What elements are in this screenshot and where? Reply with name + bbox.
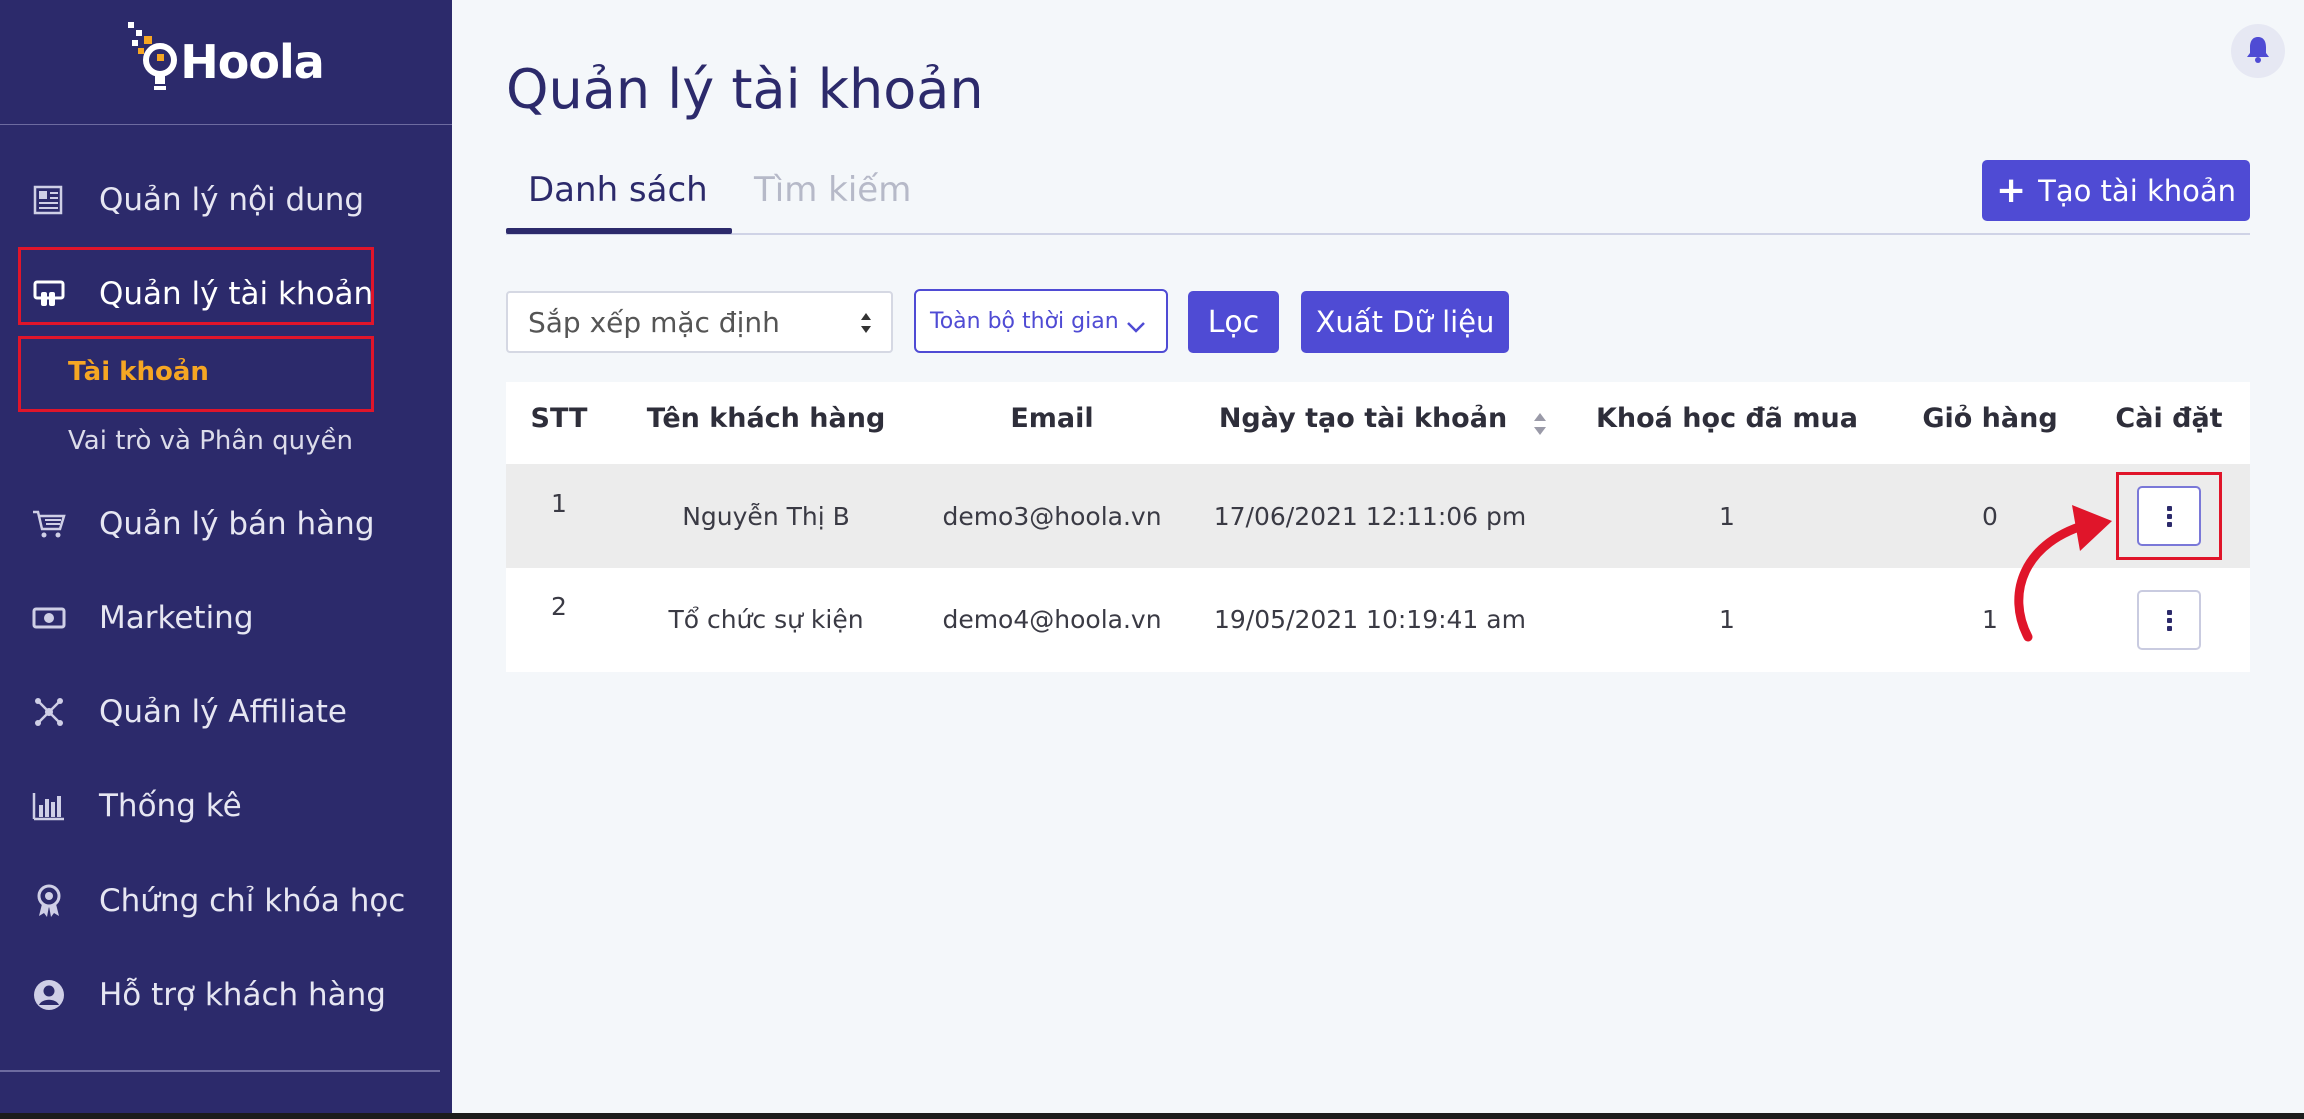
cell-stt: 2 — [551, 592, 567, 621]
cell-stt: 1 — [551, 489, 567, 518]
sidebar-item-label: Quản lý Affiliate — [99, 694, 347, 730]
brand-name: Hoola — [180, 35, 325, 89]
tab-search[interactable]: Tìm kiếm — [754, 170, 911, 210]
sort-icon[interactable] — [1532, 410, 1548, 438]
sidebar-item-certificates[interactable]: Chứng chỉ khóa học — [0, 861, 452, 941]
sidebar-item-support[interactable]: Hỗ trợ khách hàng — [0, 955, 452, 1035]
sort-arrows-icon — [859, 310, 873, 336]
column-header-settings: Cài đặt — [2115, 403, 2223, 434]
sidebar-item-label: Chứng chỉ khóa học — [99, 883, 406, 919]
bell-icon — [2245, 35, 2271, 67]
cell-email: demo3@hoola.vn — [942, 502, 1162, 531]
cell-name: Tổ chức sự kiện — [668, 605, 864, 634]
sidebar-item-label: Quản lý tài khoản — [99, 276, 374, 312]
brand-logo[interactable]: Hoola — [0, 0, 452, 125]
column-header-courses: Khoá học đã mua — [1595, 403, 1859, 434]
active-tab-indicator — [506, 228, 732, 234]
page-title: Quản lý tài khoản — [506, 58, 984, 121]
tab-list[interactable]: Danh sách — [528, 170, 708, 210]
filter-button[interactable]: Lọc — [1188, 291, 1279, 353]
bottom-border — [0, 1113, 2304, 1119]
column-header-created[interactable]: Ngày tạo tài khoản — [1219, 403, 1507, 434]
sort-select-value: Sắp xếp mặc định — [528, 305, 780, 339]
cell-courses: 1 — [1719, 605, 1735, 634]
sidebar-item-statistics[interactable]: Thống kê — [0, 766, 452, 846]
cell-cart: 1 — [1982, 605, 1998, 634]
newspaper-icon — [32, 183, 66, 217]
column-header-stt: STT — [530, 403, 588, 434]
sidebar-divider — [0, 1070, 440, 1072]
row-settings-button[interactable] — [2137, 590, 2201, 650]
tabs-divider — [506, 233, 2250, 235]
sub-item-accounts[interactable]: Tài khoản — [68, 357, 209, 387]
sort-select[interactable]: Sắp xếp mặc định — [506, 291, 893, 353]
sub-item-roles[interactable]: Vai trò và Phân quyền — [68, 426, 353, 456]
export-data-button[interactable]: Xuất Dữ liệu — [1301, 291, 1509, 353]
affiliate-icon — [32, 695, 66, 729]
column-header-name: Tên khách hàng — [646, 403, 886, 434]
more-vertical-icon — [2166, 609, 2172, 631]
time-range-select[interactable]: Toàn bộ thời gian — [914, 289, 1168, 353]
sidebar-item-label: Thống kê — [99, 788, 242, 824]
sidebar-item-sales[interactable]: Quản lý bán hàng — [0, 484, 452, 564]
cell-cart: 0 — [1982, 502, 1998, 531]
sidebar-item-label: Quản lý nội dung — [99, 182, 365, 218]
notification-button[interactable] — [2231, 24, 2285, 78]
create-account-button[interactable]: + Tạo tài khoản — [1982, 160, 2250, 221]
cell-name: Nguyễn Thị B — [682, 502, 850, 531]
cell-created: 19/05/2021 10:19:41 am — [1214, 605, 1526, 634]
column-header-email: Email — [1010, 403, 1094, 434]
plus-icon: + — [1995, 169, 2027, 211]
cart-icon — [32, 507, 66, 541]
sidebar-item-affiliate[interactable]: Quản lý Affiliate — [0, 672, 452, 752]
create-account-label: Tạo tài khoản — [2038, 173, 2237, 208]
time-range-value: Toàn bộ thời gian — [930, 308, 1119, 334]
sidebar-item-label: Marketing — [99, 600, 254, 636]
cell-created: 17/06/2021 12:11:06 pm — [1213, 502, 1527, 531]
sidebar-item-content[interactable]: Quản lý nội dung — [0, 160, 452, 240]
row-settings-button[interactable] — [2137, 486, 2201, 546]
sidebar-item-label: Hỗ trợ khách hàng — [99, 977, 386, 1013]
more-vertical-icon — [2166, 505, 2172, 527]
sidebar-item-label: Quản lý bán hàng — [99, 506, 375, 542]
support-icon — [32, 978, 66, 1012]
chevron-down-icon — [1126, 315, 1146, 340]
chart-icon — [32, 789, 66, 823]
money-icon — [32, 601, 66, 635]
cell-email: demo4@hoola.vn — [942, 605, 1162, 634]
cell-courses: 1 — [1719, 502, 1735, 531]
bulb-logo-icon — [128, 22, 178, 96]
sidebar: Hoola Quản lý nội dung Quản lý tài khoản… — [0, 0, 452, 1113]
sidebar-item-accounts[interactable]: Quản lý tài khoản — [0, 254, 452, 334]
sidebar-item-marketing[interactable]: Marketing — [0, 578, 452, 658]
column-header-cart: Giỏ hàng — [1922, 403, 2058, 434]
certificate-icon — [32, 884, 66, 918]
account-icon — [32, 277, 66, 311]
